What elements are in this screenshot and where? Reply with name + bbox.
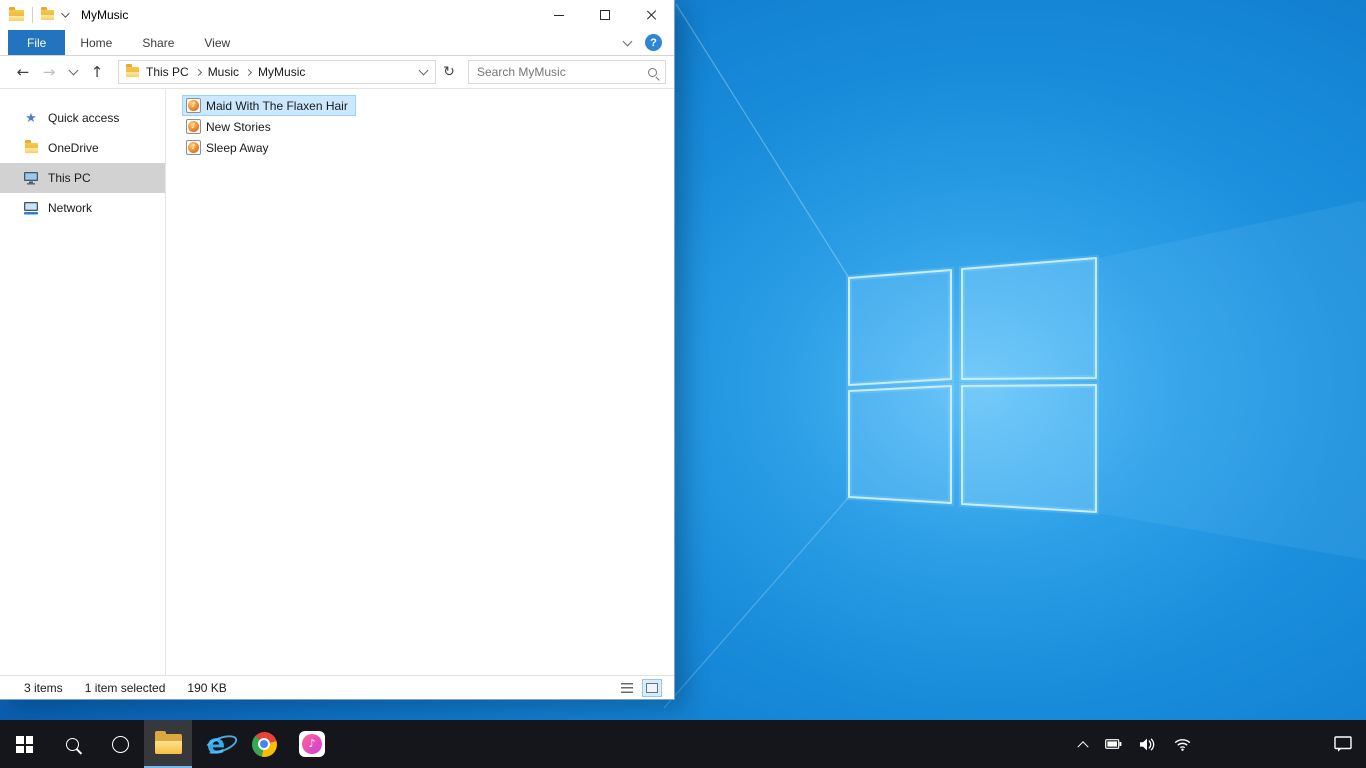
address-bar[interactable]: This PC Music MyMusic [118, 60, 436, 84]
windows-start-icon [15, 735, 33, 753]
music-file-icon: ♪ [186, 140, 201, 155]
sidebar-item-this-pc[interactable]: This PC [0, 163, 165, 193]
sidebar-item-label: This PC [48, 171, 91, 185]
file-list: ♪ Maid With The Flaxen Hair ♪ New Storie… [166, 89, 674, 675]
file-name: Sleep Away [206, 140, 269, 155]
close-icon [645, 9, 657, 21]
sidebar-item-quick-access[interactable]: ★ Quick access [0, 103, 165, 133]
onedrive-icon [24, 140, 38, 153]
internet-explorer-icon: e [206, 728, 226, 760]
window-title: MyMusic [81, 8, 129, 22]
search-icon [65, 737, 79, 751]
taskbar-search-button[interactable] [48, 720, 96, 768]
search-icon[interactable] [648, 67, 657, 77]
large-icons-view-button[interactable] [642, 678, 662, 697]
back-button[interactable]: ← [10, 63, 36, 81]
tray-battery-button[interactable] [1098, 720, 1129, 768]
this-pc-icon [24, 172, 38, 185]
divider [32, 7, 33, 23]
up-button[interactable]: ↑ [84, 63, 110, 81]
ribbon-tabs: File Home Share View ? [0, 30, 674, 56]
maximize-button[interactable] [582, 0, 628, 30]
taskbar: e ♪ [0, 720, 1366, 768]
file-name: New Stories [206, 119, 271, 134]
taskbar-chrome-button[interactable] [240, 720, 288, 768]
action-center-icon [1334, 736, 1352, 752]
volume-icon [1140, 738, 1155, 750]
chrome-icon [251, 731, 277, 757]
file-explorer-window: MyMusic File Home Share View ? ← → ↑ Thi… [0, 0, 675, 700]
network-icon [24, 202, 38, 215]
details-view-button[interactable] [617, 679, 637, 697]
quick-access-toolbar-icon[interactable] [41, 7, 54, 20]
address-dropdown-chevron-icon[interactable] [412, 61, 435, 83]
recent-locations-chevron-icon[interactable] [62, 65, 84, 76]
tab-home[interactable]: Home [65, 30, 127, 55]
address-bar-row: ← → ↑ This PC Music MyMusic ↻ [0, 56, 674, 89]
tray-network-button[interactable] [1167, 720, 1198, 768]
address-folder-icon [126, 64, 139, 77]
status-bar: 3 items 1 item selected 190 KB [0, 675, 674, 699]
battery-icon [1105, 739, 1122, 749]
taskbar-internet-explorer-button[interactable]: e [192, 720, 240, 768]
wifi-icon [1174, 738, 1191, 751]
window-folder-icon [9, 6, 24, 21]
tab-view[interactable]: View [189, 30, 245, 55]
status-size: 190 KB [187, 680, 227, 695]
file-name: Maid With The Flaxen Hair [206, 98, 348, 113]
minimize-icon [554, 14, 564, 16]
status-items-count: 3 items [24, 680, 63, 695]
status-selection: 1 item selected [84, 680, 166, 695]
music-file-icon: ♪ [186, 119, 201, 134]
breadcrumb-music[interactable]: Music [201, 61, 246, 83]
action-center-button[interactable] [1320, 720, 1366, 768]
details-view-icon [621, 682, 633, 693]
minimize-button[interactable] [536, 0, 582, 30]
sidebar-item-network[interactable]: Network [0, 193, 165, 223]
navigation-pane: ★ Quick access OneDrive This PC Network [0, 89, 166, 675]
tray-show-hidden-icons-button[interactable] [1072, 720, 1094, 768]
cortana-icon [111, 735, 129, 753]
search-input[interactable] [477, 65, 642, 79]
expand-ribbon-chevron-icon[interactable] [622, 36, 633, 46]
explorer-body: ★ Quick access OneDrive This PC Network … [0, 89, 674, 675]
breadcrumb-mymusic[interactable]: MyMusic [251, 61, 312, 83]
file-row[interactable]: ♪ Maid With The Flaxen Hair [182, 95, 674, 116]
close-button[interactable] [628, 0, 674, 30]
desktop: MyMusic File Home Share View ? ← → ↑ Thi… [0, 0, 1366, 768]
title-bar: MyMusic [0, 0, 674, 30]
refresh-button[interactable]: ↻ [436, 64, 462, 80]
forward-button[interactable]: → [36, 63, 62, 81]
music-file-icon: ♪ [186, 98, 201, 113]
itunes-icon: ♪ [299, 731, 325, 757]
tray-volume-button[interactable] [1133, 720, 1163, 768]
cortana-button[interactable] [96, 720, 144, 768]
start-button[interactable] [0, 720, 48, 768]
tab-file[interactable]: File [8, 30, 66, 55]
search-box [468, 60, 666, 84]
chevron-up-icon [1077, 741, 1089, 753]
quick-access-toolbar-chevron-icon[interactable] [61, 9, 70, 18]
taskbar-itunes-button[interactable]: ♪ [288, 720, 336, 768]
help-button[interactable]: ? [645, 34, 662, 51]
file-row[interactable]: ♪ Sleep Away [182, 137, 674, 158]
file-row[interactable]: ♪ New Stories [182, 116, 674, 137]
caption-buttons [536, 0, 674, 30]
large-icons-view-icon [646, 682, 658, 693]
quick-access-star-icon: ★ [25, 110, 37, 126]
sidebar-item-label: Network [48, 201, 93, 215]
system-tray [1072, 720, 1366, 768]
file-explorer-icon [154, 730, 182, 754]
maximize-icon [600, 10, 610, 20]
taskbar-file-explorer-button[interactable] [144, 720, 192, 768]
sidebar-item-label: OneDrive [48, 141, 99, 155]
tab-share[interactable]: Share [127, 30, 189, 55]
sidebar-item-onedrive[interactable]: OneDrive [0, 133, 165, 163]
sidebar-item-label: Quick access [48, 111, 120, 125]
breadcrumb-this-pc[interactable]: This PC [139, 61, 196, 83]
